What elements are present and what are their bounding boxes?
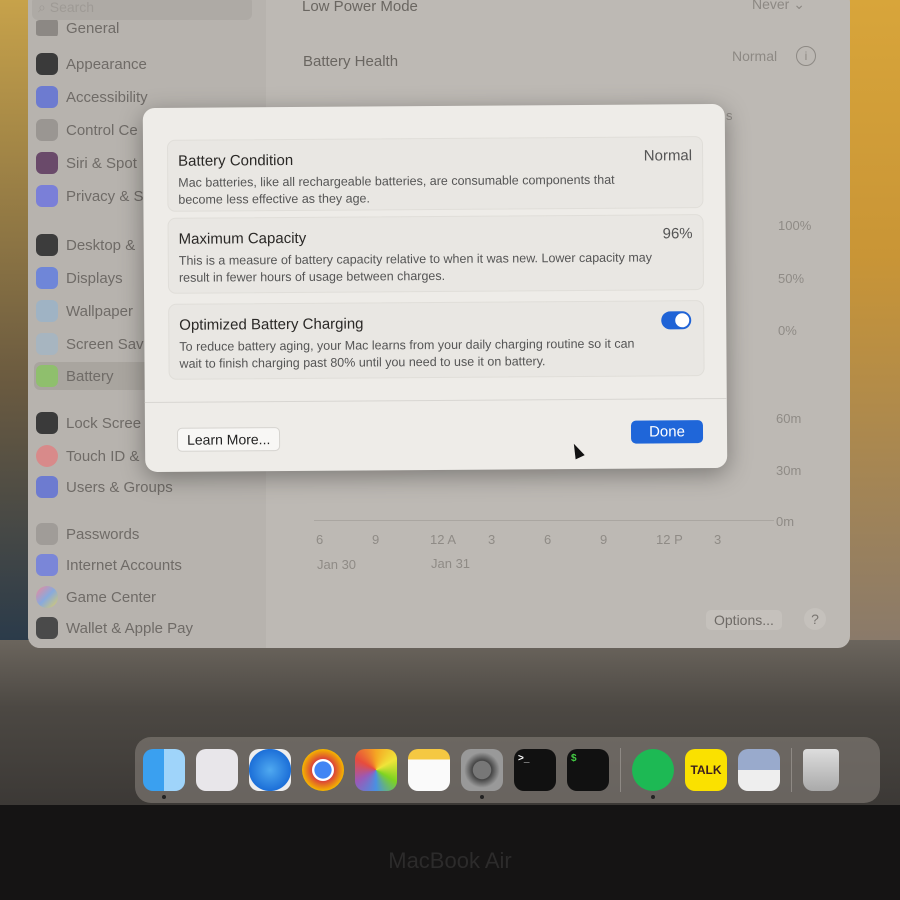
game-center-icon bbox=[36, 586, 58, 608]
sidebar-item-wallet[interactable]: Wallet & Apple Pay bbox=[34, 614, 260, 642]
usage-tick: 60m bbox=[776, 411, 802, 426]
trash-icon[interactable] bbox=[803, 749, 839, 791]
maximum-capacity-value: 96% bbox=[662, 225, 693, 243]
accessibility-icon bbox=[36, 86, 58, 108]
terminal-icon[interactable]: $ bbox=[567, 749, 609, 791]
macbook-logo-text: MacBook Air bbox=[388, 848, 512, 873]
battery-health-label: Battery Health bbox=[303, 53, 399, 70]
desktop-icon bbox=[36, 234, 58, 256]
maximum-capacity-title: Maximum Capacity bbox=[178, 229, 307, 248]
time-tick: 12 A bbox=[430, 532, 457, 547]
photos-icon[interactable] bbox=[355, 749, 397, 791]
sidebar-item-game-center[interactable]: Game Center bbox=[34, 583, 260, 611]
at-icon bbox=[36, 554, 58, 576]
search-icon: ⌕ bbox=[38, 0, 50, 15]
hand-icon bbox=[36, 185, 58, 207]
sidebar-item-passwords[interactable]: Passwords bbox=[34, 520, 260, 548]
options-button[interactable]: Options... bbox=[706, 610, 782, 630]
battery-condition-section: Battery Condition Normal Mac batteries, … bbox=[166, 136, 704, 212]
wallpaper-icon bbox=[36, 300, 58, 322]
optimized-charging-title: Optimized Battery Charging bbox=[179, 315, 364, 334]
time-tick: 6 bbox=[544, 532, 552, 547]
info-icon[interactable]: i bbox=[796, 46, 816, 66]
level-tick: 0% bbox=[778, 323, 797, 338]
terminal-icon[interactable]: >_ bbox=[514, 749, 556, 791]
battery-condition-title: Battery Condition bbox=[178, 151, 294, 170]
dock-separator bbox=[620, 748, 621, 792]
dialog-divider bbox=[144, 397, 727, 404]
usage-tick: 30m bbox=[776, 463, 802, 478]
level-tick: 50% bbox=[778, 271, 805, 286]
fingerprint-icon bbox=[36, 445, 58, 467]
time-tick: 12 P bbox=[656, 532, 683, 547]
lock-icon bbox=[36, 412, 58, 434]
notes-icon[interactable] bbox=[408, 749, 450, 791]
date-label: Jan 30 bbox=[317, 557, 357, 572]
appearance-icon bbox=[36, 53, 58, 75]
chart-baseline bbox=[314, 520, 774, 521]
usage-tick: 0m bbox=[776, 514, 795, 529]
optimized-charging-description: To reduce battery aging, your Mac learns… bbox=[179, 336, 635, 371]
low-power-mode-select[interactable]: Never ⌄ bbox=[752, 0, 805, 13]
maximum-capacity-section: Maximum Capacity 96% This is a measure o… bbox=[167, 214, 705, 294]
battery-health-dialog: Battery Condition Normal Mac batteries, … bbox=[142, 103, 728, 473]
sidebar-item-internet-accounts[interactable]: Internet Accounts bbox=[34, 551, 260, 579]
gear-icon bbox=[36, 20, 58, 36]
level-tick: 100% bbox=[778, 218, 812, 233]
battery-icon bbox=[36, 365, 58, 387]
battery-condition-description: Mac batteries, like all rechargeable bat… bbox=[178, 172, 615, 207]
displays-icon bbox=[36, 267, 58, 289]
dock: >_ $ TALK bbox=[135, 737, 880, 803]
time-tick: 3 bbox=[488, 532, 496, 547]
background-photo-left bbox=[0, 0, 30, 640]
screensaver-icon bbox=[36, 333, 58, 355]
battery-condition-value: Normal bbox=[643, 147, 693, 165]
key-icon bbox=[36, 523, 58, 545]
time-tick: 6 bbox=[316, 532, 324, 547]
safari-icon[interactable] bbox=[249, 749, 291, 791]
low-power-mode-label: Low Power Mode bbox=[302, 0, 418, 15]
battery-health-value: Normal bbox=[732, 48, 778, 64]
learn-more-button[interactable]: Learn More... bbox=[176, 427, 281, 452]
time-tick: 9 bbox=[600, 532, 608, 547]
maximum-capacity-description: This is a measure of battery capacity re… bbox=[178, 250, 652, 285]
system-settings-icon[interactable] bbox=[461, 749, 503, 799]
preview-icon[interactable] bbox=[738, 749, 780, 791]
wallet-icon bbox=[36, 617, 58, 639]
spotify-icon[interactable] bbox=[632, 749, 674, 799]
control-center-icon bbox=[36, 119, 58, 141]
sidebar-item-appearance[interactable]: Appearance bbox=[34, 50, 260, 78]
users-icon bbox=[36, 476, 58, 498]
time-tick: 9 bbox=[372, 532, 380, 547]
time-range-segment[interactable]: s bbox=[726, 108, 733, 123]
chevron-updown-icon: ⌄ bbox=[793, 0, 805, 12]
chrome-icon[interactable] bbox=[302, 749, 344, 791]
sidebar-item-general[interactable]: General bbox=[34, 20, 260, 36]
siri-icon bbox=[36, 152, 58, 174]
launchpad-icon[interactable] bbox=[196, 749, 238, 791]
done-button[interactable]: Done bbox=[630, 420, 704, 444]
time-tick: 3 bbox=[714, 532, 722, 547]
help-button[interactable]: ? bbox=[804, 608, 826, 630]
sidebar-item-users[interactable]: Users & Groups bbox=[34, 473, 260, 501]
kakaotalk-icon[interactable]: TALK bbox=[685, 749, 727, 791]
optimized-charging-section: Optimized Battery Charging To reduce bat… bbox=[168, 300, 705, 380]
optimized-charging-toggle[interactable] bbox=[661, 311, 692, 330]
finder-icon[interactable] bbox=[143, 749, 185, 799]
dock-separator bbox=[791, 748, 792, 792]
date-label: Jan 31 bbox=[431, 556, 471, 571]
search-input[interactable]: ⌕ Search bbox=[32, 0, 252, 20]
